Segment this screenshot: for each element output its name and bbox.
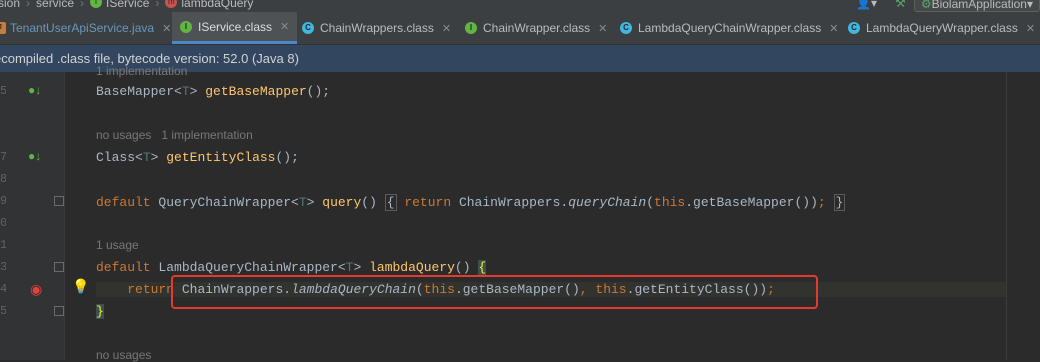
breadcrumb-separator: › [155, 0, 160, 10]
run-configuration-icon: ⚙ [920, 0, 932, 11]
tab-label: ChainWrappers.class [320, 21, 434, 35]
class-icon: C [620, 22, 632, 34]
close-icon[interactable]: ✕ [442, 22, 451, 35]
implemented-by-icon[interactable]: ●↓ [28, 149, 41, 163]
breadcrumb-item[interactable]: lambdaQuery [181, 0, 253, 10]
implemented-by-icon[interactable]: ●↓ [28, 83, 41, 97]
tab-label: TenantUserApiService.java [10, 21, 155, 35]
close-icon[interactable]: ✕ [1026, 22, 1035, 35]
close-icon[interactable]: ✕ [829, 22, 838, 35]
line-number: 5 [0, 304, 6, 318]
code-editor[interactable] [65, 72, 1040, 360]
breadcrumb-item[interactable]: IService [106, 0, 149, 10]
code-vision-hint[interactable]: 1 usage [96, 238, 139, 252]
tab-iservice[interactable]: I IService.class ✕ [172, 12, 298, 44]
lightbulb-icon[interactable]: 💡 [72, 278, 89, 295]
line-number: 5 [0, 84, 6, 98]
line-number: 9 [0, 194, 6, 208]
user-icon[interactable]: 👤▾ [856, 0, 877, 10]
line-number: 8 [0, 172, 6, 186]
run-configuration-select[interactable]: ⚙ BiolamApplication ▾ [913, 0, 1040, 12]
breakpoint-icon[interactable]: ◉ [30, 281, 42, 298]
highlight-annotation-box [171, 275, 818, 309]
tab-label: ChainWrapper.class [483, 21, 591, 35]
close-icon[interactable]: ✕ [280, 20, 289, 33]
tab-chainwrappers[interactable]: C ChainWrappers.class ✕ [302, 12, 451, 44]
line-number: 0 [0, 216, 6, 230]
tab-chainwrapper[interactable]: I ChainWrapper.class ✕ [465, 12, 607, 44]
line-number: 7 [0, 150, 6, 164]
fold-toggle-icon[interactable] [54, 262, 64, 272]
tab-label: LambdaQueryChainWrapper.class [638, 21, 822, 35]
fold-toggle-icon[interactable] [54, 306, 64, 316]
code-line: Class<T> getEntityClass(); [96, 150, 299, 165]
tab-lambdaquerychainwrapper[interactable]: C LambdaQueryChainWrapper.class ✕ [620, 12, 838, 44]
breadcrumb: sion › service › I IService › m lambdaQuery [0, 0, 253, 10]
breadcrumb-separator: › [26, 0, 31, 10]
code-line: default LambdaQueryChainWrapper<T> lambd… [96, 260, 487, 275]
tab-label: IService.class [198, 19, 273, 34]
breadcrumb-separator: › [80, 0, 85, 10]
line-number: 1 [0, 238, 6, 252]
breadcrumb-item[interactable]: sion [0, 0, 20, 10]
code-line: BaseMapper<T> getBaseMapper(); [96, 84, 331, 99]
code-line: } [96, 304, 104, 319]
right-margin-guide [1006, 72, 1007, 360]
fold-toggle-icon[interactable] [54, 196, 64, 206]
run-configuration-label: BiolamApplication [931, 0, 1027, 11]
chevron-down-icon: ▾ [1026, 0, 1033, 11]
line-number: 3 [0, 260, 6, 274]
code-line: default QueryChainWrapper<T> query() { r… [96, 194, 846, 211]
editor-gutter [0, 72, 65, 360]
code-vision-hint[interactable]: 1 implementation [96, 64, 187, 78]
java-file-icon: J [0, 22, 6, 34]
line-number: 4 [0, 282, 6, 296]
tab-tenantuserapiservice[interactable]: J TenantUserApiService.java ✕ [0, 12, 171, 44]
build-hammer-icon[interactable]: ⚒ [895, 0, 906, 10]
interface-icon: I [465, 22, 477, 34]
close-icon[interactable]: ✕ [162, 22, 171, 35]
close-icon[interactable]: ✕ [598, 22, 607, 35]
class-icon: C [848, 22, 860, 34]
breadcrumb-bar: sion › service › I IService › m lambdaQuery 👤▾ ⚒ ⚙… [0, 0, 1040, 12]
interface-icon: I [90, 0, 103, 8]
code-vision-hint[interactable]: no usages 1 implementation [96, 128, 253, 142]
interface-icon: I [180, 20, 192, 33]
class-icon: C [302, 22, 314, 34]
breadcrumb-item[interactable]: service [36, 0, 74, 10]
tab-label: LambdaQueryWrapper.class [866, 21, 1018, 35]
method-icon: m [165, 0, 178, 8]
editor-tab-bar: J TenantUserApiService.java ✕ I IService.cl… [0, 12, 1040, 45]
tab-lambdaquerywrapper[interactable]: C LambdaQueryWrapper.class ✕ [848, 12, 1035, 44]
toolbar-right: 👤▾ ⚒ ⚙ BiolamApplication ▾ [856, 0, 1040, 12]
